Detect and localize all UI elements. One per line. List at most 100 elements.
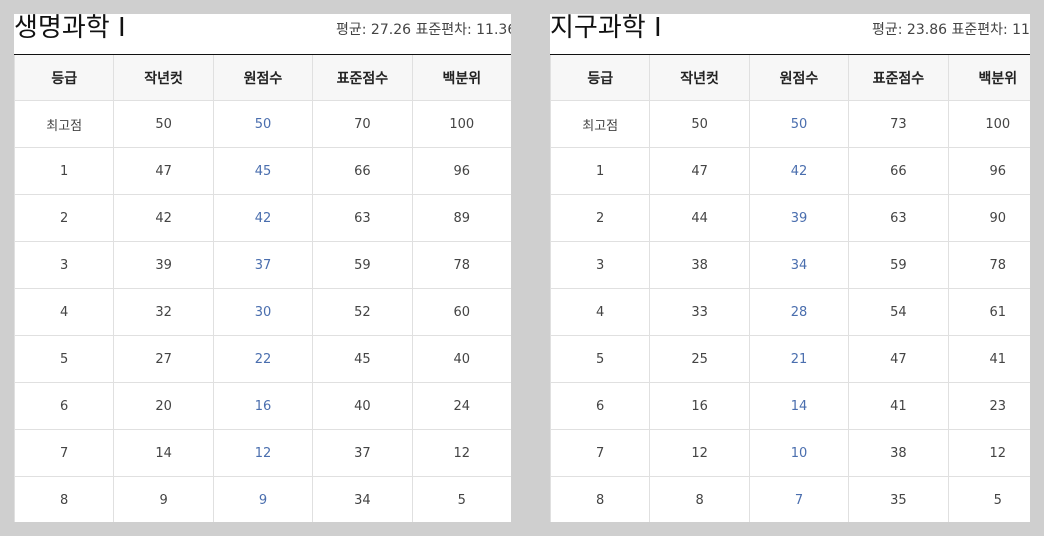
cell-grade: 1 [550, 147, 651, 195]
cell-percentile: 96 [948, 147, 1030, 195]
cell-grade: 2 [550, 194, 651, 242]
cell-grade: 최고점 [550, 100, 651, 148]
cell-last-year-cut: 38 [649, 241, 750, 289]
cell-percentile: 23 [948, 382, 1030, 430]
cell-last-year-cut: 27 [113, 335, 214, 383]
cell-percentile: 12 [412, 429, 511, 477]
table-row: 2 44 39 63 90 [550, 194, 1030, 242]
table-row: 1 47 42 66 96 [550, 147, 1030, 195]
cell-standard-score: 63 [312, 194, 413, 242]
cell-raw-score: 30 [213, 288, 314, 336]
grade-table: 등급 작년컷 원점수 표준점수 백분위 최고점 50 50 70 100 1 4… [14, 55, 511, 522]
cell-percentile: 5 [948, 476, 1030, 522]
cell-grade: 8 [550, 476, 651, 522]
cell-standard-score: 52 [312, 288, 413, 336]
cell-raw-score: 22 [213, 335, 314, 383]
cell-last-year-cut: 9 [113, 476, 214, 522]
header-last-year-cut: 작년컷 [649, 55, 750, 101]
table-row: 5 27 22 45 40 [14, 335, 511, 383]
table-row: 4 33 28 54 61 [550, 288, 1030, 336]
cell-grade: 4 [14, 288, 115, 336]
cell-last-year-cut: 50 [113, 100, 214, 148]
cell-last-year-cut: 20 [113, 382, 214, 430]
grade-table: 등급 작년컷 원점수 표준점수 백분위 최고점 50 50 73 100 1 4… [550, 55, 1030, 522]
panel-title: 지구과학 Ⅰ [550, 14, 662, 43]
cell-percentile: 100 [412, 100, 511, 148]
cell-standard-score: 54 [848, 288, 949, 336]
cell-grade: 7 [550, 429, 651, 477]
panel-stats: 평균: 27.26 표준편차: 11.36 [336, 22, 511, 38]
cell-standard-score: 70 [312, 100, 413, 148]
panel-header: 생명과학 Ⅰ 평균: 27.26 표준편차: 11.36 [14, 14, 511, 55]
cell-percentile: 89 [412, 194, 511, 242]
cell-grade: 최고점 [14, 100, 115, 148]
cell-last-year-cut: 47 [649, 147, 750, 195]
table-row: 1 47 45 66 96 [14, 147, 511, 195]
cell-percentile: 24 [412, 382, 511, 430]
header-standard-score: 표준점수 [312, 55, 413, 101]
table-row: 7 12 10 38 12 [550, 429, 1030, 477]
cell-standard-score: 45 [312, 335, 413, 383]
header-percentile: 백분위 [412, 55, 511, 101]
cell-raw-score: 12 [213, 429, 314, 477]
cell-standard-score: 66 [848, 147, 949, 195]
cell-raw-score: 42 [749, 147, 850, 195]
panel-stats: 평균: 23.86 표준편차: 11.36 [872, 22, 1030, 38]
header-last-year-cut: 작년컷 [113, 55, 214, 101]
cell-standard-score: 73 [848, 100, 949, 148]
cell-grade: 8 [14, 476, 115, 522]
cell-raw-score: 39 [749, 194, 850, 242]
cell-raw-score: 42 [213, 194, 314, 242]
table-row: 8 9 9 34 5 [14, 476, 511, 522]
table-row: 2 42 42 63 89 [14, 194, 511, 242]
cell-grade: 3 [14, 241, 115, 289]
cell-last-year-cut: 50 [649, 100, 750, 148]
cell-grade: 5 [14, 335, 115, 383]
cell-grade: 3 [550, 241, 651, 289]
cell-percentile: 61 [948, 288, 1030, 336]
table-row: 6 20 16 40 24 [14, 382, 511, 430]
cell-last-year-cut: 16 [649, 382, 750, 430]
cell-grade: 5 [550, 335, 651, 383]
table-row: 최고점 50 50 73 100 [550, 100, 1030, 148]
cell-percentile: 60 [412, 288, 511, 336]
grade-panel-life-science: 생명과학 Ⅰ 평균: 27.26 표준편차: 11.36 등급 작년컷 원점수 … [14, 14, 511, 522]
cell-last-year-cut: 44 [649, 194, 750, 242]
cell-standard-score: 40 [312, 382, 413, 430]
cell-last-year-cut: 12 [649, 429, 750, 477]
table-header-row: 등급 작년컷 원점수 표준점수 백분위 [14, 55, 511, 101]
cell-grade: 7 [14, 429, 115, 477]
table-row: 최고점 50 50 70 100 [14, 100, 511, 148]
header-raw-score: 원점수 [213, 55, 314, 101]
cell-last-year-cut: 33 [649, 288, 750, 336]
cell-percentile: 78 [948, 241, 1030, 289]
cell-standard-score: 59 [848, 241, 949, 289]
cell-last-year-cut: 25 [649, 335, 750, 383]
cell-percentile: 96 [412, 147, 511, 195]
cell-last-year-cut: 42 [113, 194, 214, 242]
header-standard-score: 표준점수 [848, 55, 949, 101]
table-row: 3 38 34 59 78 [550, 241, 1030, 289]
cell-raw-score: 34 [749, 241, 850, 289]
cell-percentile: 12 [948, 429, 1030, 477]
cell-standard-score: 38 [848, 429, 949, 477]
cell-last-year-cut: 32 [113, 288, 214, 336]
cell-percentile: 40 [412, 335, 511, 383]
cell-percentile: 100 [948, 100, 1030, 148]
cell-standard-score: 66 [312, 147, 413, 195]
cell-raw-score: 28 [749, 288, 850, 336]
table-row: 3 39 37 59 78 [14, 241, 511, 289]
cell-raw-score: 37 [213, 241, 314, 289]
cell-last-year-cut: 47 [113, 147, 214, 195]
cell-grade: 1 [14, 147, 115, 195]
cell-last-year-cut: 8 [649, 476, 750, 522]
cell-raw-score: 50 [213, 100, 314, 148]
header-percentile: 백분위 [948, 55, 1030, 101]
table-row: 4 32 30 52 60 [14, 288, 511, 336]
cell-raw-score: 9 [213, 476, 314, 522]
cell-percentile: 41 [948, 335, 1030, 383]
cell-raw-score: 7 [749, 476, 850, 522]
header-raw-score: 원점수 [749, 55, 850, 101]
cell-raw-score: 45 [213, 147, 314, 195]
header-grade: 등급 [550, 55, 651, 101]
